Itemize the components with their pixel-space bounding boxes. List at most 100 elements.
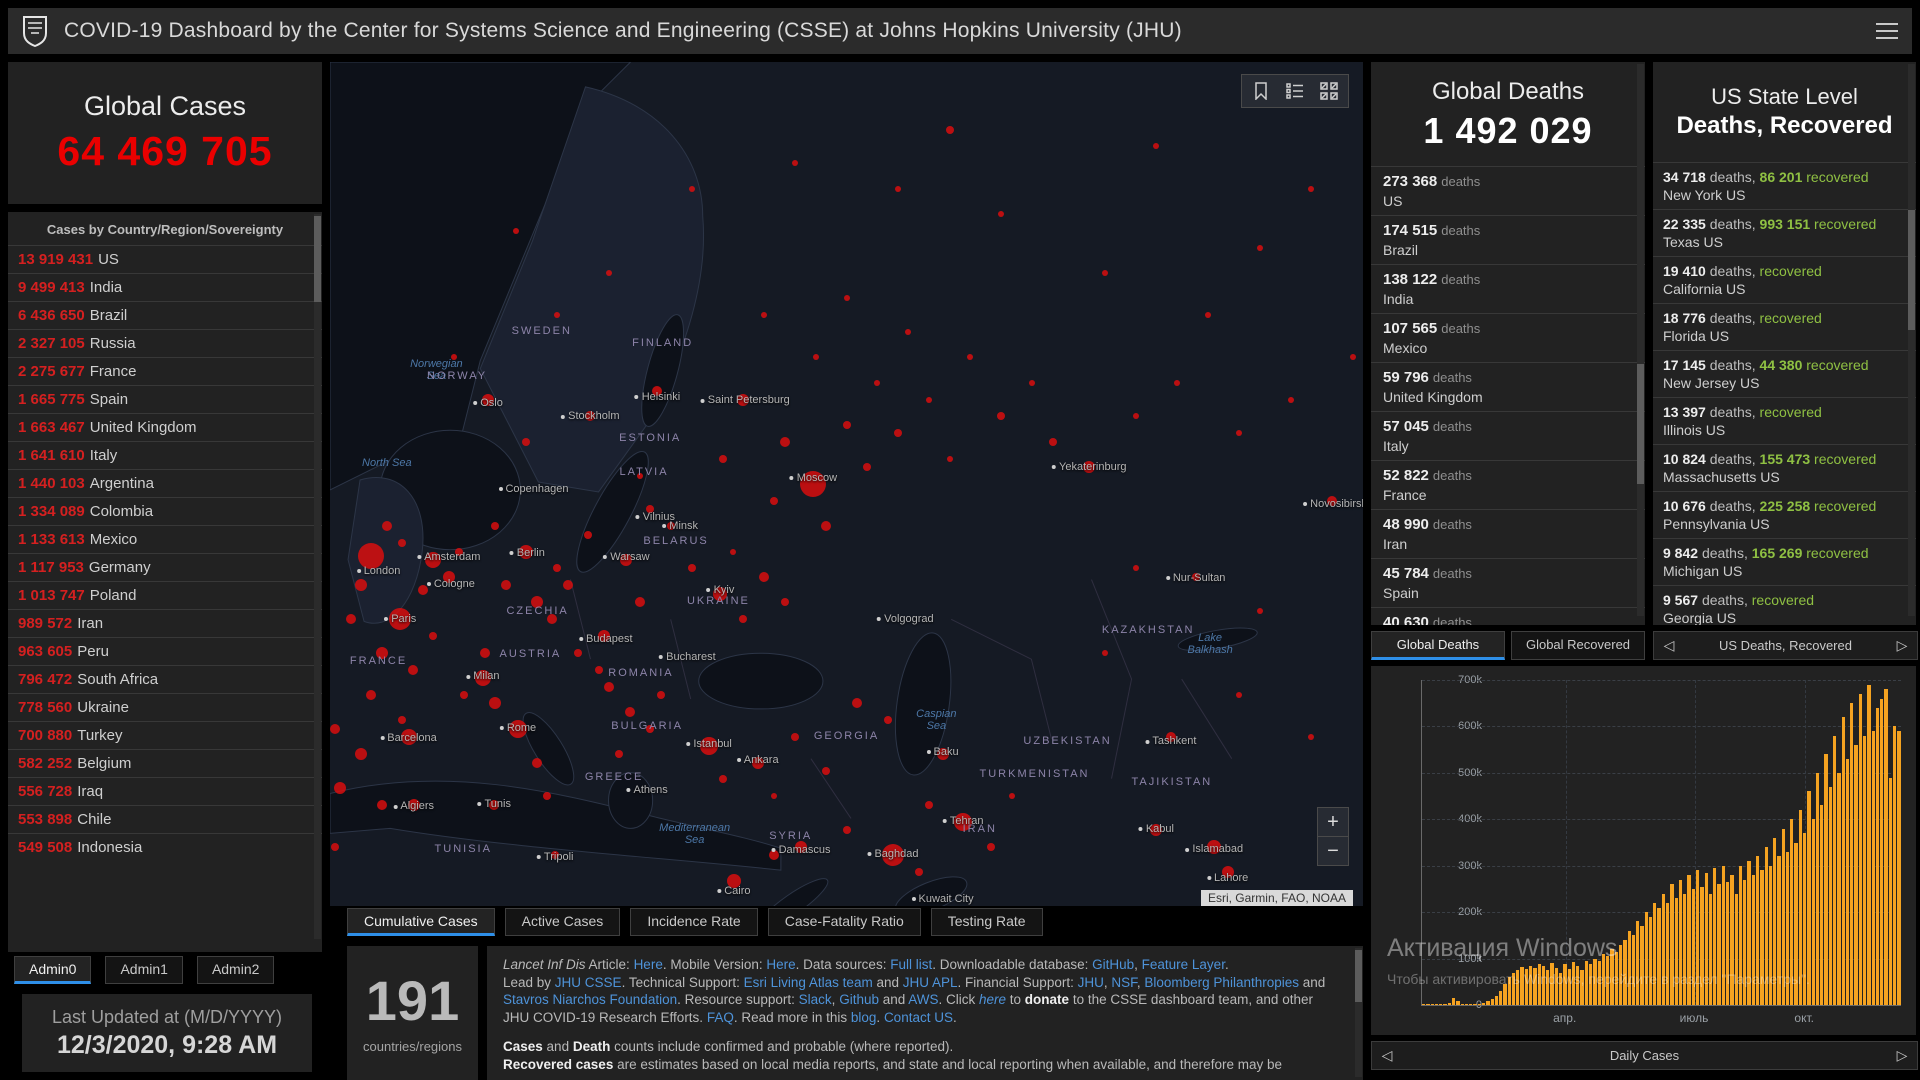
case-dot[interactable]: [532, 758, 542, 768]
daily-cases-bar[interactable]: [1743, 880, 1746, 1005]
daily-cases-bar[interactable]: [1469, 1004, 1472, 1005]
footer-link[interactable]: Contact US: [884, 1010, 953, 1025]
daily-cases-bar[interactable]: [1790, 819, 1793, 1005]
case-dot[interactable]: [926, 397, 932, 403]
us-state-row[interactable]: 9 842 deaths, 165 269 recoveredMichigan …: [1653, 538, 1916, 585]
daily-cases-bar[interactable]: [1486, 1001, 1489, 1005]
cases-list-row[interactable]: 700 880Turkey: [8, 721, 322, 749]
tab-global-recovered[interactable]: Global Recovered: [1511, 631, 1645, 660]
cases-list-row[interactable]: 6 436 650Brazil: [8, 301, 322, 329]
daily-cases-bar[interactable]: [1555, 968, 1558, 1005]
case-dot[interactable]: [355, 579, 367, 591]
case-dot[interactable]: [947, 456, 953, 462]
daily-cases-bar[interactable]: [1884, 689, 1887, 1005]
daily-cases-bar[interactable]: [1854, 745, 1857, 1005]
daily-cases-bar[interactable]: [1559, 973, 1562, 1006]
case-dot[interactable]: [863, 463, 871, 471]
daily-cases-bar[interactable]: [1508, 977, 1511, 1005]
daily-cases-bar[interactable]: [1439, 1004, 1442, 1005]
cases-list-row[interactable]: 549 508Indonesia: [8, 833, 322, 861]
daily-cases-bar[interactable]: [1632, 935, 1635, 1005]
chart-pager-prev-icon[interactable]: ◁: [1372, 1047, 1402, 1064]
case-dot[interactable]: [543, 792, 551, 800]
death-list-row[interactable]: 45 784deathsSpain: [1371, 558, 1645, 607]
case-dot[interactable]: [791, 733, 799, 741]
case-dot[interactable]: [1350, 354, 1356, 360]
case-dot[interactable]: [967, 354, 973, 360]
daily-cases-bar[interactable]: [1456, 1001, 1459, 1005]
daily-cases-bar[interactable]: [1649, 917, 1652, 1005]
daily-cases-bar[interactable]: [1516, 970, 1519, 1005]
case-dot[interactable]: [346, 614, 356, 624]
tab-admin0[interactable]: Admin0: [14, 956, 91, 984]
case-dot[interactable]: [894, 429, 902, 437]
footer-link[interactable]: blog: [851, 1010, 877, 1025]
case-dot[interactable]: [781, 598, 789, 606]
footer-link[interactable]: JHU: [1078, 975, 1104, 990]
death-list-row[interactable]: 48 990deathsIran: [1371, 509, 1645, 558]
footer-link[interactable]: GitHub: [1092, 957, 1134, 972]
cases-list-row[interactable]: 1 013 747Poland: [8, 581, 322, 609]
daily-cases-bar[interactable]: [1842, 717, 1845, 1005]
daily-cases-bar[interactable]: [1461, 1004, 1464, 1005]
daily-cases-bar[interactable]: [1431, 1004, 1434, 1005]
case-dot[interactable]: [780, 437, 790, 447]
daily-cases-bar[interactable]: [1533, 968, 1536, 1005]
daily-cases-bar[interactable]: [1636, 921, 1639, 1005]
case-dot[interactable]: [522, 438, 530, 446]
cases-list-row[interactable]: 796 472South Africa: [8, 665, 322, 693]
daily-cases-bar[interactable]: [1662, 894, 1665, 1005]
death-list-row[interactable]: 59 796deathsUnited Kingdom: [1371, 362, 1645, 411]
us-state-row[interactable]: 10 676 deaths, 225 258 recoveredPennsylv…: [1653, 491, 1916, 538]
us-state-row[interactable]: 17 145 deaths, 44 380 recoveredNew Jerse…: [1653, 350, 1916, 397]
cases-list-row[interactable]: 553 898Chile: [8, 805, 322, 833]
daily-cases-bar[interactable]: [1859, 694, 1862, 1005]
case-dot[interactable]: [1049, 438, 1057, 446]
daily-cases-bar[interactable]: [1730, 875, 1733, 1005]
daily-cases-bar[interactable]: [1499, 991, 1502, 1005]
footer-link[interactable]: FAQ: [707, 1010, 734, 1025]
case-dot[interactable]: [606, 270, 612, 276]
footer-link[interactable]: Slack: [799, 992, 832, 1007]
case-dot[interactable]: [1308, 186, 1314, 192]
cases-list-row[interactable]: 582 252Belgium: [8, 749, 322, 777]
cases-list-row[interactable]: 2 327 105Russia: [8, 329, 322, 357]
daily-cases-bar[interactable]: [1769, 866, 1772, 1005]
basemap-grid-icon[interactable]: [1312, 79, 1346, 103]
daily-cases-bar[interactable]: [1752, 875, 1755, 1005]
case-dot[interactable]: [730, 549, 736, 555]
cases-list-row[interactable]: 13 919 431US: [8, 245, 322, 273]
case-dot[interactable]: [1257, 608, 1263, 614]
case-dot[interactable]: [398, 539, 406, 547]
daily-cases-bar[interactable]: [1876, 708, 1879, 1005]
daily-cases-bar[interactable]: [1700, 887, 1703, 1005]
footer-link[interactable]: here: [979, 992, 1006, 1007]
daily-cases-bar[interactable]: [1580, 970, 1583, 1005]
daily-cases-bar[interactable]: [1812, 819, 1815, 1005]
daily-cases-bar[interactable]: [1563, 964, 1566, 1005]
us-state-row[interactable]: 22 335 deaths, 993 151 recoveredTexas US: [1653, 209, 1916, 256]
map-tab-cumulative-cases[interactable]: Cumulative Cases: [347, 908, 495, 936]
daily-cases-bar[interactable]: [1747, 861, 1750, 1005]
daily-cases-bar[interactable]: [1872, 731, 1875, 1005]
us-state-row[interactable]: 13 397 deaths, recoveredIllinois US: [1653, 397, 1916, 444]
death-list-row[interactable]: 57 045deathsItaly: [1371, 411, 1645, 460]
daily-cases-bar[interactable]: [1473, 1004, 1476, 1005]
case-dot[interactable]: [688, 564, 696, 572]
case-dot[interactable]: [1133, 565, 1139, 571]
daily-cases-bar[interactable]: [1765, 847, 1768, 1005]
case-dot[interactable]: [1236, 692, 1242, 698]
daily-cases-bar[interactable]: [1722, 866, 1725, 1005]
footer-link[interactable]: Github: [839, 992, 879, 1007]
case-dot[interactable]: [1009, 793, 1015, 799]
case-dot[interactable]: [408, 665, 418, 675]
daily-cases-bar[interactable]: [1525, 969, 1528, 1005]
us-state-row[interactable]: 9 567 deaths, recoveredGeorgia US: [1653, 585, 1916, 625]
death-list-row[interactable]: 40 630deathsRussia: [1371, 607, 1645, 625]
footer-link[interactable]: Stavros Niarchos Foundation: [503, 992, 677, 1007]
footer-link[interactable]: Feature Layer: [1142, 957, 1225, 972]
daily-cases-bar[interactable]: [1640, 926, 1643, 1005]
daily-cases-bar[interactable]: [1645, 912, 1648, 1005]
case-dot[interactable]: [1102, 650, 1108, 656]
case-dot[interactable]: [998, 211, 1004, 217]
